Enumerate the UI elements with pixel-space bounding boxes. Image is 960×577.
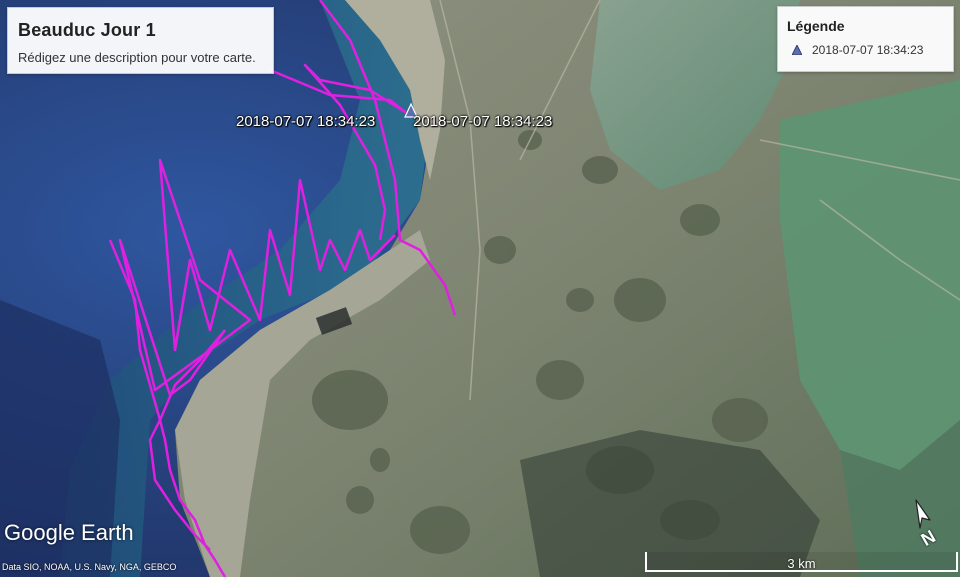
data-credits: Data SIO, NOAA, U.S. Navy, NGA, GEBCO (2, 562, 177, 572)
legend-item-label: 2018-07-07 18:34:23 (812, 43, 924, 57)
compass-arrow-icon (915, 499, 931, 529)
legend-item[interactable]: 2018-07-07 18:34:23 (792, 43, 923, 57)
scale-label: 3 km (787, 556, 816, 571)
satellite-map[interactable] (0, 0, 960, 577)
tour-info-card: Beauduc Jour 1 Rédigez une description p… (7, 7, 274, 74)
placemark-triangle-icon (792, 45, 802, 55)
north-compass[interactable]: N (906, 498, 946, 550)
placemark-label-right[interactable]: 2018-07-07 18:34:23 (413, 113, 552, 130)
tour-description[interactable]: Rédigez une description pour votre carte… (18, 50, 256, 65)
compass-north-label: N (917, 526, 939, 550)
tour-title: Beauduc Jour 1 (18, 20, 156, 40)
google-earth-logo: Google Earth (4, 520, 134, 545)
placemark-label-left[interactable]: 2018-07-07 18:34:23 (236, 113, 375, 130)
scale-bar: 3 km (645, 552, 958, 572)
legend-title: Légende (787, 18, 845, 34)
legend-panel: Légende 2018-07-07 18:34:23 (777, 6, 954, 72)
